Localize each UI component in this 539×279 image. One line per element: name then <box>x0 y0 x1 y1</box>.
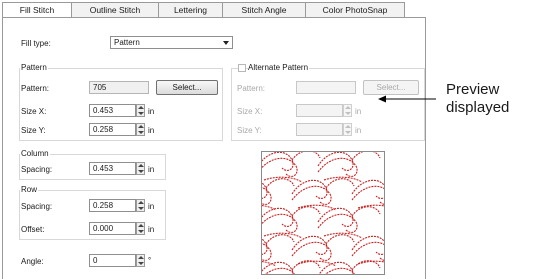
tab-color-photosnap[interactable]: Color PhotoSnap <box>305 2 405 18</box>
row-spacing-input[interactable]: 0.258 <box>89 199 136 212</box>
column-spacing-spinner[interactable] <box>136 162 145 175</box>
size-x-label: Size X: <box>21 107 47 116</box>
tab-fill-stitch[interactable]: Fill Stitch <box>2 2 72 18</box>
spin-down-icon <box>138 230 144 233</box>
spin-down-icon <box>138 262 144 265</box>
spin-up-icon <box>138 224 144 227</box>
wave-pattern-preview-image <box>231 150 415 279</box>
callout-line-1: Preview <box>446 81 500 98</box>
alt-size-x-input[interactable] <box>296 104 343 117</box>
column-group-title: Column <box>20 149 50 158</box>
spin-up-icon <box>138 256 144 259</box>
spin-down-icon <box>138 207 144 210</box>
column-spacing-unit: in <box>148 165 155 174</box>
tab-outline-stitch[interactable]: Outline Stitch <box>71 2 159 18</box>
pattern-label: Pattern: <box>21 84 50 93</box>
row-offset-input[interactable]: 0.000 <box>89 222 136 235</box>
tab-lettering[interactable]: Lettering <box>158 2 223 18</box>
size-x-input[interactable]: 0.453 <box>89 104 136 117</box>
tab-stitch-angle[interactable]: Stitch Angle <box>222 2 306 18</box>
callout-arrow-icon <box>378 95 436 103</box>
spin-up-icon <box>138 125 144 128</box>
fill-type-value: Pattern <box>114 38 140 47</box>
angle-spinner[interactable] <box>136 254 145 267</box>
chevron-down-icon <box>223 41 229 45</box>
alt-size-x-spinner[interactable] <box>343 104 352 117</box>
spin-down-icon <box>138 131 144 134</box>
alternate-pattern-checkbox[interactable] <box>238 64 246 72</box>
spin-down-icon <box>345 131 351 134</box>
fill-type-label: Fill type: <box>21 39 51 48</box>
pattern-group-title: Pattern <box>20 63 48 72</box>
row-offset-label: Offset: <box>21 225 45 234</box>
spin-up-icon <box>138 201 144 204</box>
callout-line-2: displayed <box>446 99 510 116</box>
pattern-preview <box>231 150 415 279</box>
alt-size-x-unit: in <box>355 107 362 116</box>
pattern-select-button[interactable]: Select... <box>156 80 218 95</box>
angle-label: Angle: <box>21 257 44 266</box>
spin-up-icon <box>345 125 351 128</box>
alt-size-y-unit: in <box>355 126 362 135</box>
row-offset-spinner[interactable] <box>136 222 145 235</box>
alt-size-x-label: Size X: <box>237 107 263 116</box>
alt-size-y-label: Size Y: <box>237 126 262 135</box>
alt-pattern-field <box>296 81 356 94</box>
row-spacing-spinner[interactable] <box>136 199 145 212</box>
alt-size-y-spinner[interactable] <box>343 123 352 136</box>
callout-label: Preview displayed <box>446 81 509 117</box>
spin-down-icon <box>138 170 144 173</box>
row-offset-unit: in <box>148 225 155 234</box>
spin-down-icon <box>345 112 351 115</box>
alt-pattern-select-button[interactable]: Select... <box>363 80 419 95</box>
column-spacing-label: Spacing: <box>21 165 53 174</box>
alt-pattern-label: Pattern: <box>237 84 266 93</box>
tab-bar: Fill Stitch Outline Stitch Lettering Sti… <box>2 2 426 18</box>
size-x-unit: in <box>148 107 155 116</box>
alternate-pattern-label: Alternate Pattern <box>248 63 310 72</box>
size-x-spinner[interactable] <box>136 104 145 117</box>
fill-stitch-dialog: Fill Stitch Outline Stitch Lettering Sti… <box>0 0 427 279</box>
size-y-input[interactable]: 0.258 <box>89 123 136 136</box>
angle-input[interactable]: 0 <box>89 254 136 267</box>
spin-up-icon <box>138 164 144 167</box>
pattern-field: 705 <box>89 81 149 94</box>
row-spacing-label: Spacing: <box>21 202 53 211</box>
alt-size-y-input[interactable] <box>296 123 343 136</box>
fill-type-dropdown[interactable]: Pattern <box>110 36 233 49</box>
size-y-label: Size Y: <box>21 126 46 135</box>
spin-up-icon <box>345 106 351 109</box>
column-spacing-input[interactable]: 0.453 <box>89 162 136 175</box>
row-spacing-unit: in <box>148 202 155 211</box>
spin-up-icon <box>138 106 144 109</box>
size-y-unit: in <box>148 126 155 135</box>
angle-unit: ° <box>148 256 152 265</box>
spin-down-icon <box>138 112 144 115</box>
row-group-title: Row <box>20 185 39 194</box>
size-y-spinner[interactable] <box>136 123 145 136</box>
